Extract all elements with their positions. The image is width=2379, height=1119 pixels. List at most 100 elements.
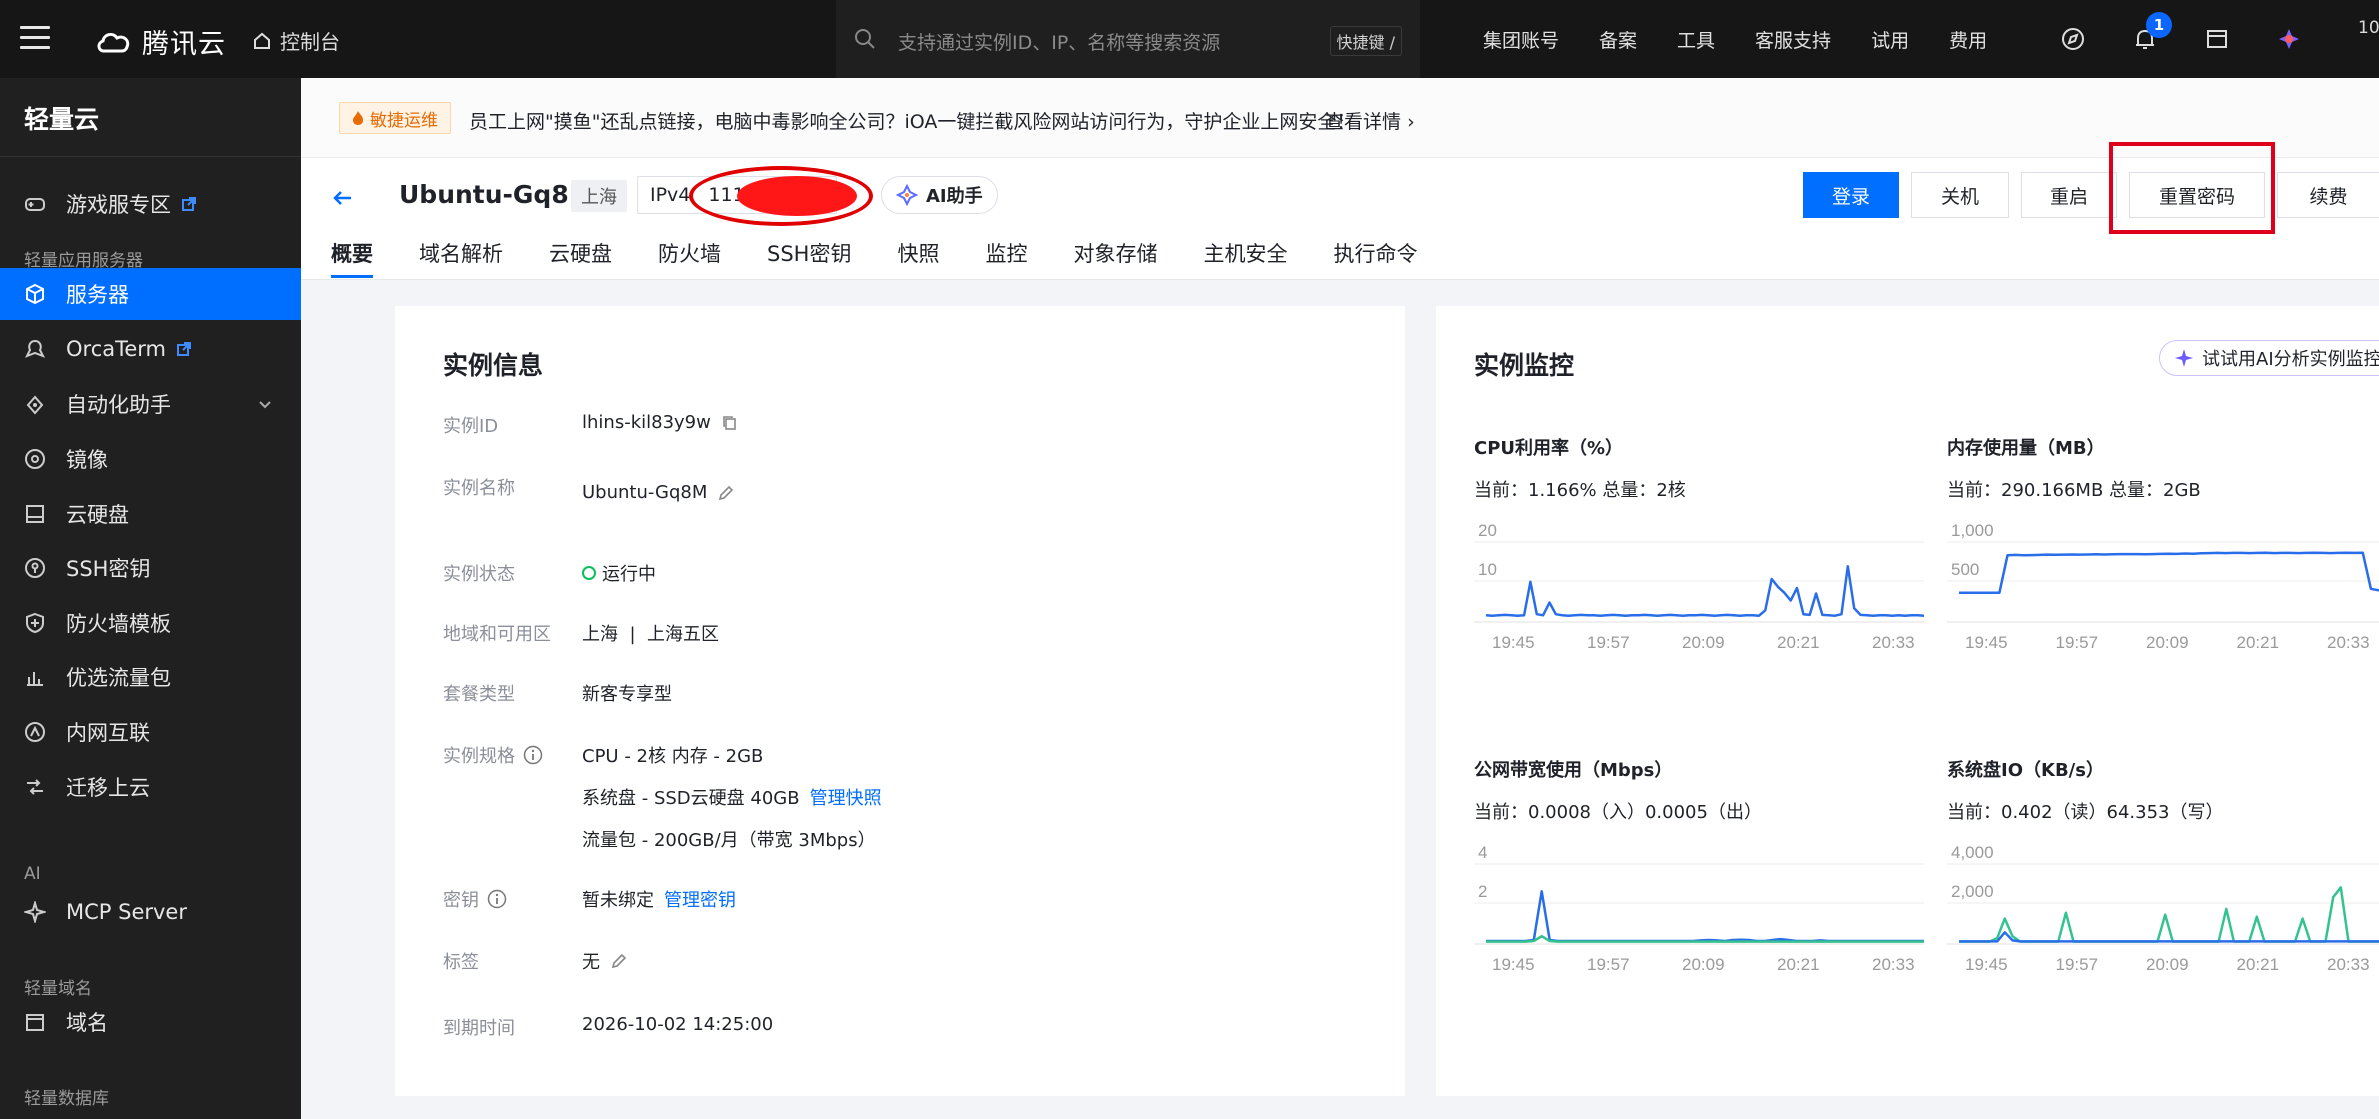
domain-icon bbox=[26, 1014, 44, 1031]
external-link-icon bbox=[177, 342, 192, 356]
x-tick-label: 19:57 bbox=[1587, 633, 1630, 652]
key-label: 密钥 bbox=[443, 890, 479, 911]
sidebar-item-cloud-disk[interactable]: 云硬盘 bbox=[0, 488, 301, 540]
sidebar-item-orcaterm[interactable]: OrcaTerm bbox=[0, 323, 301, 375]
global-search[interactable]: 支持通过实例ID、IP、名称等搜索资源 快捷键 / bbox=[836, 0, 1420, 78]
chart-subtitle: 当前：1.166% 总量：2核 bbox=[1474, 480, 1686, 501]
menu-icon[interactable] bbox=[20, 26, 50, 50]
monitor-title: 实例监控 bbox=[1474, 351, 1575, 380]
spec-label: 实例规格 bbox=[443, 746, 515, 767]
series-line bbox=[1485, 564, 1924, 617]
compass-icon[interactable] bbox=[2060, 26, 2086, 52]
notice-more-link[interactable]: 查看详情 › bbox=[1325, 107, 1415, 134]
console-link[interactable]: 控制台 bbox=[252, 26, 340, 55]
renew-button[interactable]: 续费 bbox=[2277, 172, 2379, 218]
key-label-row: 密钥 bbox=[443, 886, 507, 912]
sidebar-item-mcp-server[interactable]: MCP Server bbox=[0, 886, 301, 938]
nav-filing[interactable]: 备案 bbox=[1599, 26, 1637, 53]
tab-ssh-key[interactable]: SSH密钥 bbox=[767, 238, 851, 278]
brand-logo[interactable]: 腾讯云 bbox=[96, 22, 226, 61]
instance-name-value: Ubuntu-Gq8M bbox=[582, 482, 708, 503]
ai-analyze-button[interactable]: 试试用AI分析实例监控 bbox=[2159, 340, 2379, 376]
order-icon[interactable] bbox=[2204, 26, 2230, 52]
colorful-app-icon[interactable] bbox=[2276, 26, 2302, 52]
info-icon[interactable] bbox=[487, 889, 507, 909]
tab-snapshot[interactable]: 快照 bbox=[897, 238, 939, 278]
edit-icon[interactable] bbox=[717, 484, 735, 502]
sidebar-item-domain[interactable]: 域名 bbox=[0, 996, 301, 1048]
tab-dns[interactable]: 域名解析 bbox=[419, 238, 503, 278]
sidebar-item-intranet[interactable]: 内网互联 bbox=[0, 706, 301, 758]
search-icon bbox=[855, 29, 875, 49]
x-tick-label: 20:09 bbox=[1682, 633, 1725, 652]
spec-disk-row: 系统盘 - SSD云硬盘 40GB 管理快照 bbox=[582, 784, 882, 810]
tab-run-command[interactable]: 执行命令 bbox=[1333, 238, 1417, 278]
x-tick-label: 20:09 bbox=[1682, 955, 1725, 974]
terminal-icon bbox=[24, 339, 46, 358]
ai-assistant-label: AI助手 bbox=[926, 186, 983, 207]
manage-key-link[interactable]: 管理密钥 bbox=[664, 886, 736, 912]
instance-name-row: Ubuntu-Gq8M bbox=[582, 482, 735, 503]
sidebar-item-traffic-pack[interactable]: 优选流量包 bbox=[0, 651, 301, 703]
sidebar-group-database: 轻量数据库 bbox=[24, 1089, 109, 1109]
plan-label: 套餐类型 bbox=[443, 684, 515, 705]
memory-chart-plot: 500 1,000 19:45 19:57 20:09 20:21 20:33 bbox=[1947, 524, 2379, 652]
bell-button[interactable]: 1 bbox=[2132, 12, 2172, 52]
x-tick-label: 20:09 bbox=[2146, 633, 2189, 652]
status-running-icon bbox=[582, 566, 596, 580]
sidebar-item-servers[interactable]: 服务器 bbox=[0, 268, 301, 320]
manage-snapshot-link[interactable]: 管理快照 bbox=[810, 784, 882, 810]
ai-assistant-icon bbox=[896, 184, 918, 206]
nav-trial[interactable]: 试用 bbox=[1871, 26, 1909, 53]
ai-assistant-button[interactable]: AI助手 bbox=[881, 176, 998, 214]
x-tick-label: 20:09 bbox=[2146, 955, 2189, 974]
top-icons: 1 bbox=[2060, 0, 2302, 78]
expire-value: 2026-10-02 14:25:00 bbox=[582, 1014, 774, 1035]
restart-button[interactable]: 重启 bbox=[2021, 172, 2117, 218]
tab-monitor[interactable]: 监控 bbox=[985, 238, 1027, 278]
tab-cloud-disk[interactable]: 云硬盘 bbox=[549, 238, 612, 278]
sidebar-item-label: 云硬盘 bbox=[66, 503, 129, 527]
spec-traffic: 流量包 - 200GB/月（带宽 3Mbps） bbox=[582, 830, 876, 851]
tab-firewall[interactable]: 防火墙 bbox=[658, 238, 721, 278]
spec-label-row: 实例规格 bbox=[443, 742, 543, 768]
tab-host-security[interactable]: 主机安全 bbox=[1203, 238, 1287, 278]
x-tick-label: 20:33 bbox=[2327, 633, 2370, 652]
back-arrow-icon[interactable] bbox=[331, 186, 355, 210]
spec-cpu: CPU - 2核 内存 - 2GB bbox=[582, 746, 764, 767]
sidebar-item-label: 内网互联 bbox=[66, 721, 150, 745]
ai-analyze-label: 试试用AI分析实例监控 bbox=[2202, 349, 2379, 370]
tab-overview[interactable]: 概要 bbox=[331, 238, 373, 278]
zone-value: 上海 | 上海五区 bbox=[582, 624, 719, 645]
sidebar: 轻量云 游戏服专区 轻量应用服务器 服务器 OrcaTerm 自动化助手 镜像 … bbox=[0, 78, 301, 1119]
nav-support[interactable]: 客服支持 bbox=[1755, 26, 1831, 53]
tag-row: 无 bbox=[582, 948, 628, 974]
cloud-logo-icon bbox=[97, 32, 130, 52]
login-button[interactable]: 登录 bbox=[1803, 172, 1899, 218]
nav-group-account[interactable]: 集团账号 bbox=[1483, 26, 1559, 53]
edit-icon[interactable] bbox=[610, 952, 628, 970]
migrate-icon bbox=[27, 779, 43, 795]
nav-tools[interactable]: 工具 bbox=[1677, 26, 1715, 53]
sidebar-item-firewall-template[interactable]: 防火墙模板 bbox=[0, 597, 301, 649]
action-buttons: 登录 关机 重启 重置密码 续费 bbox=[1791, 172, 2379, 218]
instance-status-value: 运行中 bbox=[602, 564, 656, 585]
instance-name: Ubuntu-Gq8M bbox=[399, 180, 594, 209]
notice-more-label: 查看详情 bbox=[1325, 111, 1402, 133]
sidebar-item-automation[interactable]: 自动化助手 bbox=[0, 378, 301, 430]
sidebar-item-images[interactable]: 镜像 bbox=[0, 433, 301, 485]
instance-id-row: lhins-kil83y9w bbox=[582, 412, 739, 433]
tab-object-storage[interactable]: 对象存储 bbox=[1073, 238, 1157, 278]
series-line bbox=[1959, 886, 2379, 943]
copy-icon[interactable] bbox=[721, 414, 739, 432]
sidebar-item-game-server[interactable]: 游戏服专区 bbox=[0, 178, 301, 230]
nav-billing[interactable]: 费用 bbox=[1949, 26, 1987, 53]
sidebar-item-ssh-key[interactable]: SSH密钥 bbox=[0, 542, 301, 594]
sidebar-item-migrate[interactable]: 迁移上云 bbox=[0, 761, 301, 813]
info-icon[interactable] bbox=[523, 745, 543, 765]
user-info-partial[interactable]: 10 bbox=[2358, 18, 2379, 38]
cpu-chart: CPU利用率（%） 当前：1.166% 总量：2核 10 20 19:45 19:57… bbox=[1474, 434, 1924, 654]
y-tick-label: 500 bbox=[1951, 560, 1979, 579]
shutdown-button[interactable]: 关机 bbox=[1911, 172, 2009, 218]
x-tick-label: 19:45 bbox=[1492, 633, 1535, 652]
